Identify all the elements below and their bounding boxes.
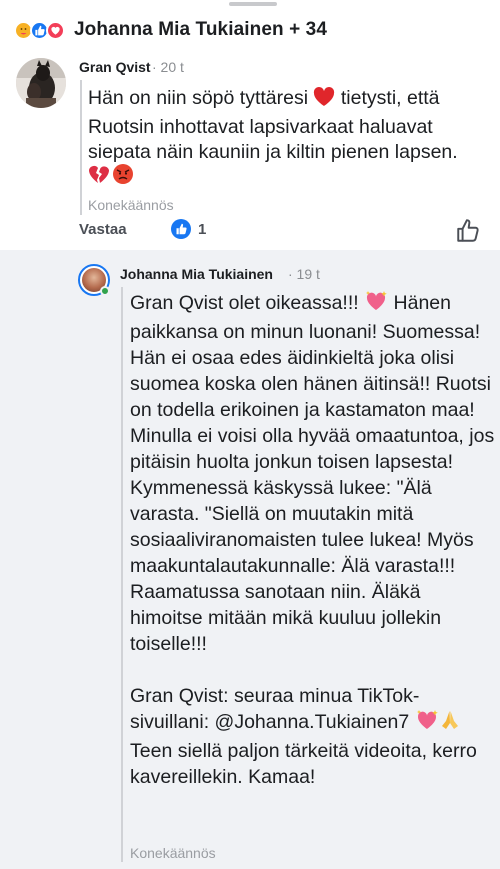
love-reaction-icon [46, 20, 65, 40]
comment-emoji-row [88, 163, 134, 190]
machine-translation-label[interactable]: Konekäännös [88, 197, 174, 213]
like-badge-icon [171, 219, 191, 239]
online-status-dot [100, 286, 110, 296]
reply-button[interactable]: Vastaa [79, 221, 127, 238]
machine-translation-label[interactable]: Konekäännös [130, 845, 216, 861]
comment-author[interactable]: Gran Qvist [79, 59, 151, 75]
folded-hands-icon [439, 709, 461, 738]
sparkling-heart-icon [415, 709, 439, 738]
like-button-icon[interactable] [455, 218, 481, 244]
drag-handle[interactable] [229, 2, 277, 6]
avatar[interactable] [16, 58, 66, 108]
broken-heart-icon [88, 163, 110, 190]
reply-author[interactable]: Johanna Mia Tukiainen [120, 266, 273, 282]
angry-face-icon [112, 163, 134, 190]
reply-timestamp: · 19 t [288, 266, 320, 282]
header-title[interactable]: Johanna Mia Tukiainen + 34 [74, 19, 327, 41]
like-count-number: 1 [198, 220, 207, 238]
comment-text: Hän on niin söpö tyttäresi tietysti, ett… [88, 87, 458, 163]
reaction-icons [14, 20, 65, 40]
reply-text: Gran Qvist olet oikeassa!!! Hänen paikka… [130, 290, 500, 788]
red-heart-icon [313, 87, 335, 115]
thread-line [121, 287, 123, 862]
comment-timestamp: · 20 t [152, 59, 184, 75]
reactions-header[interactable]: Johanna Mia Tukiainen + 34 [14, 17, 327, 43]
like-count[interactable]: 1 [171, 219, 206, 239]
thread-line [80, 80, 82, 215]
sparkling-heart-icon [364, 290, 388, 319]
